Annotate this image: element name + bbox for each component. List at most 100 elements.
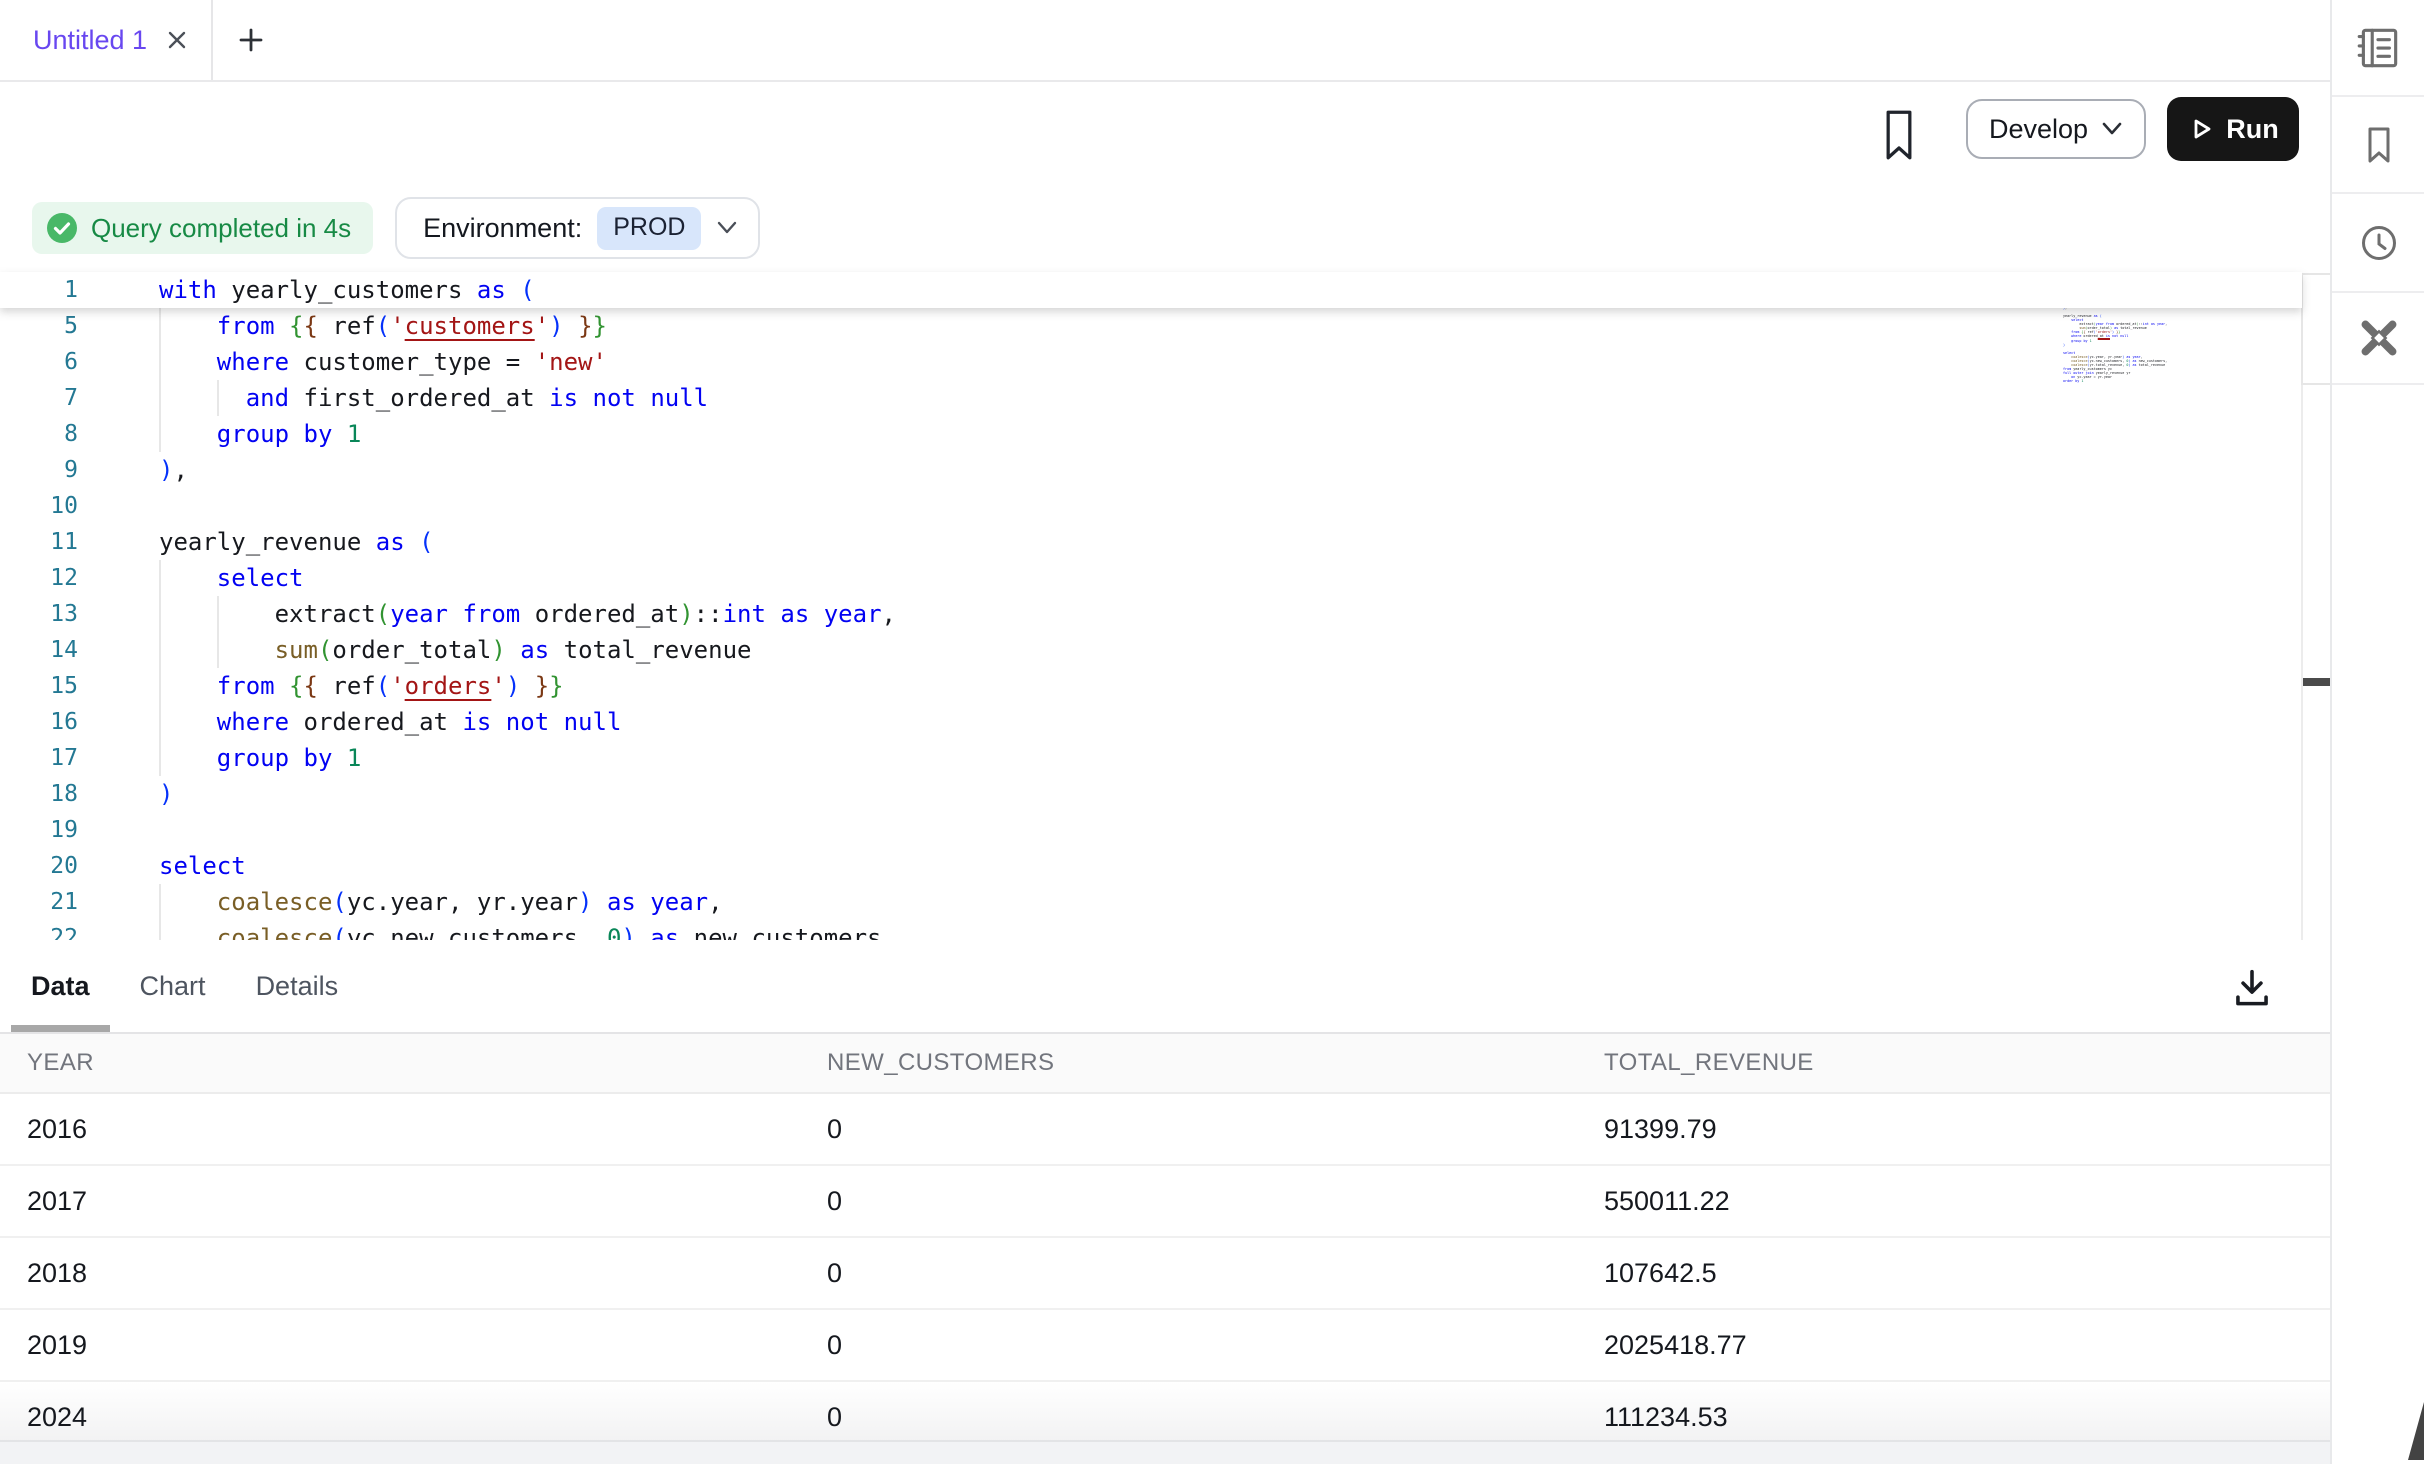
table-cell: 0 <box>800 1258 1577 1289</box>
develop-label: Develop <box>1989 114 2088 145</box>
tab-untitled-1[interactable]: Untitled 1 <box>0 0 211 80</box>
sql-ide-window: Untitled 1 Develop Run Query completed i… <box>0 0 2424 1464</box>
results-tab-details[interactable]: Details <box>236 940 359 1032</box>
sidebar-item-history[interactable] <box>2332 194 2424 293</box>
table-cell: 2017 <box>0 1186 800 1217</box>
status-row: Query completed in 4s Environment: PROD <box>32 197 760 259</box>
code-line[interactable]: 8 group by 1 <box>0 416 2302 452</box>
results-tab-data[interactable]: Data <box>11 940 110 1032</box>
line-number: 21 <box>0 884 78 920</box>
line-number: 8 <box>0 416 78 452</box>
notebook-icon <box>2354 23 2404 73</box>
table-header-row: YEARNEW_CUSTOMERSTOTAL_REVENUE <box>0 1034 2330 1094</box>
code-line[interactable]: 7 and first_ordered_at is not null <box>0 380 2302 416</box>
line-number: 15 <box>0 668 78 704</box>
code-line[interactable]: 22 coalesce(yc.new_customers, 0) as new_… <box>0 920 2302 940</box>
line-number: 11 <box>0 524 78 560</box>
code-area[interactable]: 1with yearly_customers as ( 5 from {{ re… <box>0 272 2302 940</box>
download-icon <box>2229 964 2275 1010</box>
line-number: 14 <box>0 632 78 668</box>
line-number: 19 <box>0 812 78 848</box>
sticky-scroll-line[interactable]: 1with yearly_customers as ( <box>0 272 2302 308</box>
plus-icon <box>237 26 265 54</box>
table-cell: 2019 <box>0 1330 800 1361</box>
environment-selector[interactable]: Environment: PROD <box>395 197 760 259</box>
sidebar-item-bookmarks[interactable] <box>2332 97 2424 194</box>
results-tab-chart[interactable]: Chart <box>120 940 226 1032</box>
run-button[interactable]: Run <box>2167 97 2299 161</box>
indent-guide <box>217 380 219 416</box>
tab-divider <box>211 0 213 80</box>
code-line[interactable]: 1with yearly_customers as ( <box>0 272 2302 308</box>
line-number: 6 <box>0 344 78 380</box>
code-line[interactable]: 17 group by 1 <box>0 740 2302 776</box>
check-circle-icon <box>46 212 78 244</box>
tab-bar: Untitled 1 <box>0 0 2330 82</box>
chevron-down-icon <box>716 220 738 236</box>
query-status-text: Query completed in 4s <box>91 213 351 244</box>
line-number: 9 <box>0 452 78 488</box>
line-number: 5 <box>0 308 78 344</box>
code-line[interactable]: 14 sum(order_total) as total_revenue <box>0 632 2302 668</box>
code-line[interactable]: 12 select <box>0 560 2302 596</box>
run-label: Run <box>2226 114 2278 145</box>
download-button[interactable] <box>2229 964 2275 1010</box>
code-line[interactable]: 9), <box>0 452 2302 488</box>
close-tab-button[interactable] <box>165 28 189 52</box>
overview-ruler-cursor-marker <box>2303 678 2330 686</box>
table-cell: 91399.79 <box>1577 1114 2330 1145</box>
line-number: 20 <box>0 848 78 884</box>
bookmark-icon <box>2355 121 2403 169</box>
table-cell: 107642.5 <box>1577 1258 2330 1289</box>
table-cell: 0 <box>800 1402 1577 1433</box>
code-line[interactable]: 11yearly_revenue as ( <box>0 524 2302 560</box>
code-line[interactable]: 21 coalesce(yc.year, yr.year) as year, <box>0 884 2302 920</box>
indent-guide <box>217 632 219 668</box>
indent-guide <box>159 668 161 704</box>
code-line[interactable]: 18) <box>0 776 2302 812</box>
indent-guide <box>159 920 161 940</box>
code-line[interactable]: 15 from {{ ref('orders') }} <box>0 668 2302 704</box>
results-tabs: DataChartDetails <box>0 940 2330 1034</box>
table-cell: 550011.22 <box>1577 1186 2330 1217</box>
code-line[interactable]: 20select <box>0 848 2302 884</box>
sidebar-item-notebook[interactable] <box>2332 0 2424 97</box>
indent-guide <box>159 740 161 776</box>
table-row: 20170550011.22 <box>0 1166 2330 1238</box>
code-line[interactable]: 16 where ordered_at is not null <box>0 704 2302 740</box>
new-tab-button[interactable] <box>237 0 265 80</box>
table-row: 20180107642.5 <box>0 1238 2330 1310</box>
horizontal-scrollbar-track[interactable] <box>0 1440 2330 1464</box>
sql-editor[interactable]: Query completed in 4s Environment: PROD … <box>0 178 2330 940</box>
line-number: 12 <box>0 560 78 596</box>
clock-icon <box>2355 219 2403 267</box>
code-line[interactable]: 13 extract(year from ordered_at)::int as… <box>0 596 2302 632</box>
code-lines[interactable]: 5 from {{ ref('customers') }}6 where cus… <box>0 308 2302 940</box>
line-number: 22 <box>0 920 78 940</box>
code-line[interactable]: 19 <box>0 812 2302 848</box>
table-row: 201902025418.77 <box>0 1310 2330 1382</box>
line-number: 18 <box>0 776 78 812</box>
indent-guide <box>159 380 161 416</box>
code-line[interactable]: 5 from {{ ref('customers') }} <box>0 308 2302 344</box>
table-cell: 2018 <box>0 1258 800 1289</box>
line-number: 13 <box>0 596 78 632</box>
minimap-slider[interactable] <box>2301 273 2330 385</box>
environment-label: Environment: <box>423 213 582 244</box>
sidebar-item-dbt[interactable] <box>2332 293 2424 385</box>
table-cell: 0 <box>800 1114 1577 1145</box>
table-cell: 0 <box>800 1330 1577 1361</box>
results-panel: DataChartDetails YEARNEW_CUSTOMERSTOTAL_… <box>0 940 2330 1464</box>
indent-guide <box>159 704 161 740</box>
table-cell: 111234.53 <box>1577 1402 2330 1433</box>
table-body: 2016091399.7920170550011.2220180107642.5… <box>0 1094 2330 1452</box>
indent-guide <box>159 416 161 452</box>
indent-guide <box>217 596 219 632</box>
code-line[interactable]: 10 <box>0 488 2302 524</box>
table-row: 2016091399.79 <box>0 1094 2330 1166</box>
indent-guide <box>159 884 161 920</box>
code-line[interactable]: 6 where customer_type = 'new' <box>0 344 2302 380</box>
column-header: YEAR <box>0 1049 800 1077</box>
develop-dropdown[interactable]: Develop <box>1966 99 2146 159</box>
bookmark-button[interactable] <box>1882 109 1916 161</box>
